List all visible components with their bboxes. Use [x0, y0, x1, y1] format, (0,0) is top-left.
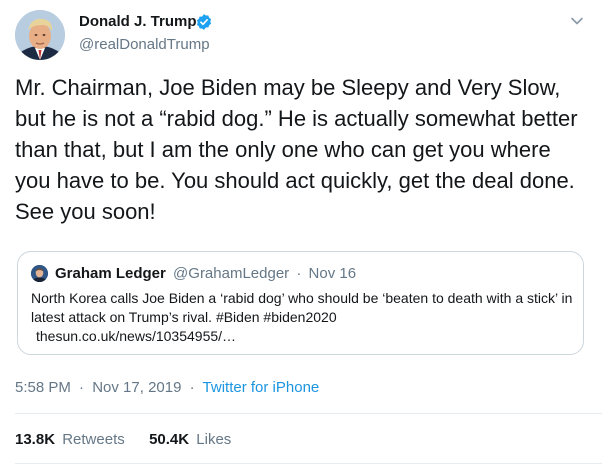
tweet-text: Mr. Chairman, Joe Biden may be Sleepy an… [15, 75, 578, 224]
tweet-date[interactable]: Nov 17, 2019 [92, 379, 181, 396]
quoted-author-avatar [31, 265, 48, 282]
retweets-count: 13.8K [15, 431, 56, 448]
tweet-stats: 13.8K Retweets 50.4K Likes [15, 431, 231, 448]
tweet-source-link[interactable]: Twitter for iPhone [203, 379, 320, 396]
tweet-meta: 5:58 PM · Nov 17, 2019 · Twitter for iPh… [15, 379, 319, 396]
quoted-hashtags: #Biden #biden2020 [215, 309, 337, 325]
quoted-tweet-header: Graham Ledger @GrahamLedger · Nov 16 [55, 265, 356, 282]
verified-badge-icon [196, 14, 212, 30]
author-name[interactable]: Donald J. Trump [79, 13, 197, 30]
tweet: Donald J. Trump @realDonaldTrump Mr. Cha… [0, 0, 602, 464]
quoted-separator: · [296, 265, 302, 282]
likes-stat[interactable]: 50.4K Likes [149, 431, 231, 448]
quoted-tweet-text: North Korea calls Joe Biden a ‘rabid dog… [31, 289, 576, 346]
chevron-down-icon[interactable] [570, 14, 584, 28]
likes-count: 50.4K [149, 431, 190, 448]
meta-separator-2: · [189, 379, 195, 396]
quoted-author-handle: @GrahamLedger [173, 265, 290, 282]
likes-label: Likes [196, 431, 232, 448]
meta-separator: · [79, 379, 85, 396]
retweets-label: Retweets [62, 431, 125, 448]
quoted-author-name: Graham Ledger [55, 265, 166, 282]
avatar-image [15, 10, 65, 60]
quoted-tweet-card[interactable]: Graham Ledger @GrahamLedger · Nov 16 Nor… [17, 251, 584, 355]
quoted-avatar-image [31, 265, 48, 282]
author-avatar[interactable] [15, 10, 65, 60]
retweets-stat[interactable]: 13.8K Retweets [15, 431, 129, 448]
quoted-tweet-date: Nov 16 [308, 265, 357, 282]
divider-top [15, 413, 602, 414]
author-handle[interactable]: @realDonaldTrump [79, 36, 210, 53]
tweet-time[interactable]: 5:58 PM [15, 379, 71, 396]
quoted-link: thesun.co.uk/news/10354955/… [36, 328, 237, 344]
